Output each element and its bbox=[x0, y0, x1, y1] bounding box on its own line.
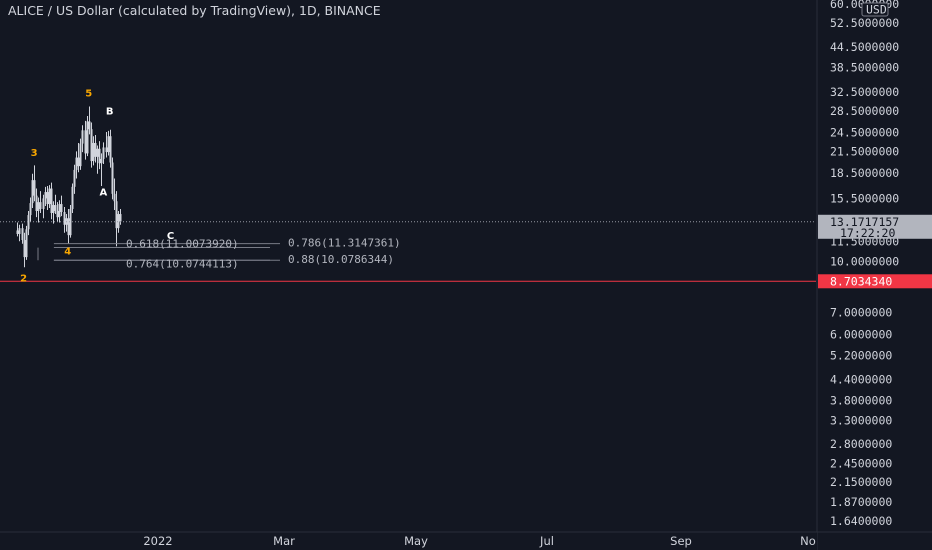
candle-body-11 bbox=[39, 202, 42, 209]
candle-body-26 bbox=[71, 186, 74, 209]
wave-label-A: A bbox=[100, 188, 108, 199]
price-tick: 44.5000000 bbox=[830, 40, 899, 54]
candle-body-19 bbox=[56, 210, 59, 218]
candle-body-39 bbox=[98, 148, 101, 164]
wave-label-C: C bbox=[167, 231, 174, 242]
candle-body-35 bbox=[90, 129, 93, 162]
price-tick: 18.5000000 bbox=[830, 166, 899, 180]
candle-body-30 bbox=[79, 143, 82, 167]
price-tick: 7.0000000 bbox=[830, 306, 892, 320]
candle-body-33 bbox=[86, 121, 89, 154]
time-tick-Jul: Jul bbox=[539, 534, 554, 548]
candle-body-34 bbox=[88, 121, 91, 130]
price-tick: 1.6400000 bbox=[830, 514, 892, 528]
candle-body-8 bbox=[33, 180, 36, 196]
price-axis[interactable]: 60.000000052.500000044.500000038.5000000… bbox=[816, 0, 932, 550]
price-tick: 3.8000000 bbox=[830, 393, 892, 407]
candle-body-14 bbox=[46, 192, 49, 205]
candle-body-21 bbox=[60, 204, 63, 212]
wave-label-4: 4 bbox=[64, 246, 71, 257]
currency-badge: USD bbox=[866, 3, 887, 17]
candle-body-28 bbox=[75, 157, 78, 170]
price-tick: 2.8000000 bbox=[830, 437, 892, 451]
candle-body-47 bbox=[115, 201, 118, 229]
fib-label-0.88: 0.88(10.0786344) bbox=[288, 253, 394, 266]
candle-body-24 bbox=[67, 218, 70, 236]
candle-body-31 bbox=[81, 130, 84, 144]
price-tick: 32.5000000 bbox=[830, 85, 899, 99]
price-tick: 5.2000000 bbox=[830, 348, 892, 362]
candle-body-6 bbox=[29, 203, 32, 216]
candle-body-1 bbox=[18, 228, 21, 234]
price-tick: 52.5000000 bbox=[830, 16, 899, 30]
support-price-value: 8.7034340 bbox=[830, 274, 892, 288]
candle-body-17 bbox=[52, 205, 55, 214]
price-tick: 1.8700000 bbox=[830, 495, 892, 509]
wave-label-3: 3 bbox=[31, 148, 38, 159]
price-tick: 10.0000000 bbox=[830, 254, 899, 268]
candle-body-2 bbox=[21, 228, 24, 241]
time-tick-Sep: Sep bbox=[670, 534, 692, 548]
candle-body-29 bbox=[77, 157, 80, 167]
candle-body-10 bbox=[37, 202, 40, 211]
time-tick-Mar: Mar bbox=[273, 534, 295, 548]
candle-body-44 bbox=[109, 136, 112, 163]
time-tick-May: May bbox=[404, 534, 428, 548]
candle-body-40 bbox=[100, 158, 103, 164]
candle-body-49 bbox=[119, 214, 122, 222]
candle-body-38 bbox=[96, 148, 99, 157]
current-price-countdown: 17:22:20 bbox=[840, 226, 895, 240]
fib-label-0.618: 0.618(11.0073920) bbox=[126, 238, 239, 251]
candle-body-15 bbox=[48, 188, 51, 205]
price-tick: 24.5000000 bbox=[830, 126, 899, 140]
price-tick: 28.5000000 bbox=[830, 104, 899, 118]
candle-body-36 bbox=[92, 142, 95, 162]
candle-body-4 bbox=[25, 229, 28, 258]
price-tick: 2.1500000 bbox=[830, 475, 892, 489]
candle-body-3 bbox=[23, 240, 26, 258]
price-tick: 4.4000000 bbox=[830, 372, 892, 386]
price-tick: 38.5000000 bbox=[830, 61, 899, 75]
time-tick-No: No bbox=[800, 534, 816, 548]
candle-body-9 bbox=[35, 195, 38, 211]
candle-body-18 bbox=[54, 205, 57, 211]
price-tick: 2.4500000 bbox=[830, 456, 892, 470]
fib-label-0.786: 0.786(11.3147361) bbox=[288, 237, 401, 250]
wave-label-B: B bbox=[106, 106, 114, 117]
time-tick-2022: 2022 bbox=[143, 534, 172, 548]
candle-body-27 bbox=[73, 169, 76, 187]
candle-body-22 bbox=[63, 211, 66, 225]
price-chart[interactable]: 0.786(11.3147361) 0.618(11.0073920) 0.88(1… bbox=[0, 0, 932, 550]
price-tick: 3.3000000 bbox=[830, 414, 892, 428]
candle-body-46 bbox=[113, 193, 116, 202]
candle-body-20 bbox=[58, 204, 61, 218]
price-tick: 15.5000000 bbox=[830, 191, 899, 205]
candle-body-12 bbox=[42, 198, 45, 209]
candle-body-7 bbox=[31, 180, 34, 204]
wave-label-2: 2 bbox=[20, 273, 27, 284]
price-tick: 21.5000000 bbox=[830, 144, 899, 158]
candle-body-37 bbox=[94, 142, 97, 157]
candle-body-41 bbox=[102, 147, 105, 159]
candle-body-0 bbox=[16, 230, 19, 234]
candle-body-48 bbox=[117, 214, 120, 229]
fib-label-0.764: 0.764(10.0744113) bbox=[126, 257, 239, 270]
wave-label-5: 5 bbox=[85, 89, 92, 100]
candle-body-16 bbox=[50, 188, 53, 214]
candle-body-42 bbox=[105, 147, 108, 153]
price-tick: 6.0000000 bbox=[830, 328, 892, 342]
time-axis[interactable]: 2022 Mar May Jul Sep No bbox=[0, 531, 932, 550]
candle-body-32 bbox=[84, 130, 87, 154]
overlay-layer: 0.786(11.3147361) 0.618(11.0073920) 0.88(1… bbox=[0, 89, 816, 284]
candle-body-13 bbox=[44, 192, 47, 199]
candle-body-43 bbox=[107, 136, 110, 153]
candle-body-45 bbox=[111, 162, 114, 194]
